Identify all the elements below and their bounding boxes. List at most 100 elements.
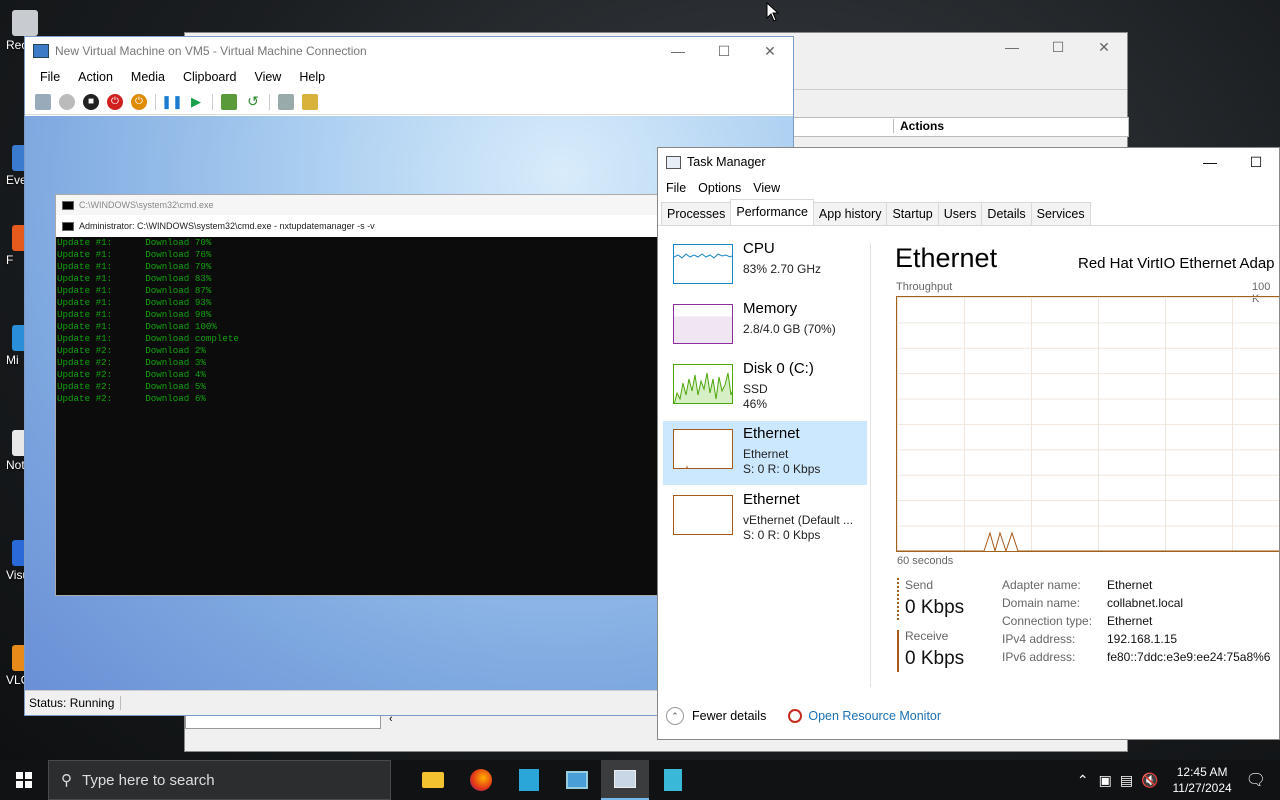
close-icon[interactable]: ✕ (1081, 33, 1127, 61)
taskbar-search-box[interactable]: ⚲ Type here to search (48, 760, 391, 800)
menu-media[interactable]: Media (122, 70, 174, 84)
tab-services[interactable]: Services (1030, 202, 1091, 225)
storage-tray-icon[interactable]: ▣ (1099, 772, 1112, 789)
turn-off-icon[interactable]: ■ (83, 93, 99, 110)
volume-muted-icon[interactable]: 🔇 (1141, 772, 1158, 789)
save-icon[interactable]: ⏻ (131, 93, 147, 110)
minimize-icon[interactable]: — (1187, 148, 1233, 176)
throughput-line (897, 531, 1279, 551)
ctrl-alt-del-icon[interactable] (35, 93, 51, 110)
enhanced-session-icon[interactable] (278, 93, 294, 110)
receive-label: Receive (905, 629, 949, 643)
revert-icon[interactable]: ↺ (245, 93, 261, 110)
menu-help[interactable]: Help (290, 70, 334, 84)
tm-window-title: Task Manager (687, 155, 766, 169)
sidebar-item-sub: S: 0 R: 0 Kbps (743, 528, 821, 542)
tab-details[interactable]: Details (981, 202, 1032, 225)
hyper-v-manager-icon[interactable] (553, 760, 601, 800)
receive-value: 0 Kbps (905, 648, 965, 669)
sidebar-item-ethernet[interactable]: Ethernet Ethernet S: 0 R: 0 Kbps (663, 421, 867, 485)
desktop-app-icon (12, 10, 38, 36)
cmd-console[interactable]: Update #1: Download 70% Update #1: Downlo… (56, 237, 694, 595)
menu-clipboard[interactable]: Clipboard (174, 70, 246, 84)
notifications-icon[interactable]: 🗨 (1246, 770, 1266, 790)
minimize-icon[interactable]: — (655, 37, 701, 65)
property-value: 192.168.1.15 (1107, 632, 1178, 646)
clock[interactable]: 12:45 AM 11/27/2024 (1173, 764, 1232, 796)
console-line: Update #1: Download complete (57, 333, 239, 344)
share-icon[interactable] (302, 93, 318, 110)
tab-startup[interactable]: Startup (886, 202, 939, 225)
sidebar-item-name: Ethernet (743, 491, 800, 508)
maximize-icon[interactable]: ☐ (701, 37, 747, 65)
tm-footer: ⌃ Fewer details Open Resource Monitor (658, 701, 1279, 731)
menu-action[interactable]: Action (69, 70, 122, 84)
tm-menu-options[interactable]: Options (692, 181, 747, 195)
fewer-details-label: Fewer details (692, 709, 767, 723)
sidebar-item-ethernet[interactable]: Ethernet vEthernet (Default ... S: 0 R: 0 … (663, 487, 867, 551)
property-value: collabnet.local (1107, 596, 1184, 610)
tm-menubar: File Options View (658, 176, 1279, 200)
checkpoint-icon[interactable] (221, 93, 237, 110)
tab-users[interactable]: Users (937, 202, 983, 225)
minimize-icon[interactable]: — (989, 33, 1035, 61)
property-value: fe80::7ddc:e3e9:ee24:75a8%6 (1107, 650, 1271, 664)
tm-menu-file[interactable]: File (660, 181, 692, 195)
cmd-inner-title: Administrator: C:\WINDOWS\system32\cmd.e… (79, 221, 375, 231)
adapter-description: Red Hat VirtIO Ethernet Adap (1078, 255, 1275, 272)
sidebar-item-cpu[interactable]: CPU 83% 2.70 GHz (663, 236, 867, 300)
sidebar-item-name: Disk 0 (C:) (743, 360, 814, 377)
pause-icon[interactable]: ❚❚ (161, 94, 183, 110)
console-line: Update #1: Download 76% (57, 249, 212, 260)
sidebar-item-sub: Ethernet (743, 447, 789, 461)
resume-icon[interactable]: ▶ (188, 94, 204, 110)
vm-menubar: File Action Media Clipboard View Help (25, 65, 793, 89)
start-button[interactable] (0, 760, 48, 800)
server-manager-icon[interactable] (505, 760, 553, 800)
maximize-icon[interactable]: ☐ (1233, 148, 1279, 176)
sidebar-item-name: CPU (743, 240, 775, 257)
vm-titlebar: New Virtual Machine on VM5 - Virtual Mac… (25, 37, 793, 65)
resource-monitor-icon (788, 709, 803, 723)
desktop-icon-label: Mi (6, 353, 19, 367)
tab-performance[interactable]: Performance (730, 199, 814, 225)
start-icon[interactable] (59, 93, 75, 110)
tm-menu-view[interactable]: View (747, 181, 786, 195)
maximize-icon[interactable]: ☐ (1035, 33, 1081, 61)
chevron-up-icon[interactable]: ⌃ (1077, 772, 1089, 789)
actions-header: Actions (893, 119, 1127, 133)
menu-view[interactable]: View (245, 70, 290, 84)
console-line: Update #2: Download 3% (57, 357, 206, 368)
close-icon[interactable]: ✕ (747, 37, 793, 65)
menu-file[interactable]: File (31, 70, 69, 84)
task-manager-taskbar-icon[interactable] (601, 760, 649, 800)
property-value: Ethernet (1107, 614, 1153, 628)
console-line: Update #2: Download 6% (57, 393, 206, 404)
throughput-label: Throughput (896, 281, 953, 293)
vm-app-icon (33, 44, 49, 58)
sidebar-item-disk-0-c-[interactable]: Disk 0 (C:) SSD 46% (663, 356, 867, 420)
cmd-outer-titlebar: C:\WINDOWS\system32\cmd.exe (56, 195, 694, 215)
desktop-icon-label: F (6, 253, 14, 267)
tab-processes[interactable]: Processes (661, 202, 732, 225)
chevron-up-icon: ⌃ (666, 707, 684, 725)
throughput-graph (896, 296, 1279, 552)
sidebar-item-sub: S: 0 R: 0 Kbps (743, 462, 821, 476)
tab-app-history[interactable]: App history (812, 202, 888, 225)
sidebar-item-graph (673, 364, 733, 404)
shut-down-icon[interactable]: ⏻ (107, 93, 123, 110)
firefox-icon[interactable] (457, 760, 505, 800)
sidebar-item-memory[interactable]: Memory 2.8/4.0 GB (70%) (663, 296, 867, 360)
property-key: Connection type: (1002, 614, 1093, 628)
fewer-details-button[interactable]: ⌃ Fewer details (666, 707, 766, 725)
sidebar-item-sub: 2.8/4.0 GB (70%) (743, 322, 836, 336)
system-tray: ⌃ ▣ ▤ 🔇 12:45 AM 11/27/2024 🗨 (1071, 760, 1280, 800)
search-icon: ⚲ (61, 772, 72, 789)
network-icon[interactable]: ▤ (1120, 772, 1133, 789)
storage-icon[interactable] (649, 760, 697, 800)
open-resource-monitor-link[interactable]: Open Resource Monitor (788, 709, 941, 723)
console-line: Update #1: Download 98% (57, 309, 212, 320)
clock-time: 12:45 AM (1176, 765, 1228, 779)
sidebar-item-sub: 83% 2.70 GHz (743, 262, 822, 276)
file-explorer-icon[interactable] (409, 760, 457, 800)
